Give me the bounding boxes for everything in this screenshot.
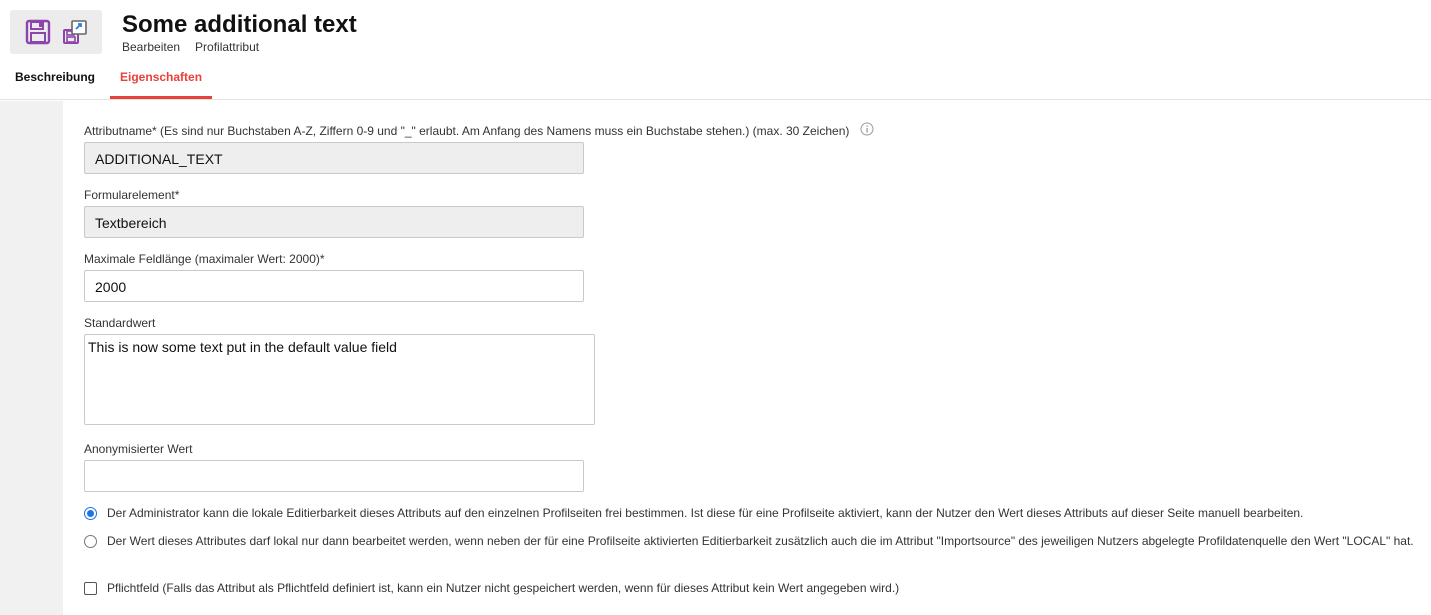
max-length-label: Maximale Feldlänge (maximaler Wert: 2000… <box>84 252 325 266</box>
form-element-field[interactable]: Textbereich <box>84 206 584 238</box>
required-checkbox[interactable] <box>84 581 97 595</box>
editability-radio-admin[interactable] <box>84 506 97 520</box>
attribute-name-field[interactable]: ADDITIONAL_TEXT <box>84 142 584 174</box>
editability-radio-importsource[interactable] <box>84 534 97 548</box>
anonymized-value-label: Anonymisierter Wert <box>84 442 193 456</box>
anonymized-value-field[interactable] <box>84 460 584 492</box>
info-icon[interactable] <box>860 122 874 136</box>
breadcrumb-item: Profilattribut <box>195 40 260 54</box>
editability-option-label: Der Administrator kann die lokale Editie… <box>107 506 1304 520</box>
required-label: Pflichtfeld (Falls das Attribut als Pfli… <box>107 581 900 595</box>
save-copy-icon[interactable] <box>62 19 88 45</box>
tab-bar: Beschreibung Eigenschaften <box>0 62 213 100</box>
breadcrumb: Bearbeiten Profilattribut <box>122 40 259 54</box>
tab-eigenschaften[interactable]: Eigenschaften <box>110 62 213 99</box>
attribute-name-label: Attributname* (Es sind nur Buchstaben A-… <box>84 124 850 138</box>
save-icon[interactable] <box>25 19 51 45</box>
default-value-textarea[interactable]: This is now some text put in the default… <box>84 334 595 425</box>
breadcrumb-item[interactable]: Bearbeiten <box>122 40 180 54</box>
editability-option-importsource: Der Wert dieses Attributes darf lokal nu… <box>84 534 1414 548</box>
toolbar <box>10 10 102 54</box>
default-value-label: Standardwert <box>84 316 156 330</box>
left-gutter <box>0 101 63 615</box>
max-length-field[interactable]: 2000 <box>84 270 584 302</box>
page-title: Some additional text <box>122 11 357 38</box>
required-option: Pflichtfeld (Falls das Attribut als Pfli… <box>84 581 899 595</box>
form-element-label: Formularelement* <box>84 188 180 202</box>
page-header: Some additional text Bearbeiten Profilat… <box>0 0 1431 100</box>
editability-option-label: Der Wert dieses Attributes darf lokal nu… <box>107 534 1414 548</box>
tab-beschreibung[interactable]: Beschreibung <box>0 62 110 99</box>
editability-option-admin: Der Administrator kann die lokale Editie… <box>84 506 1303 520</box>
